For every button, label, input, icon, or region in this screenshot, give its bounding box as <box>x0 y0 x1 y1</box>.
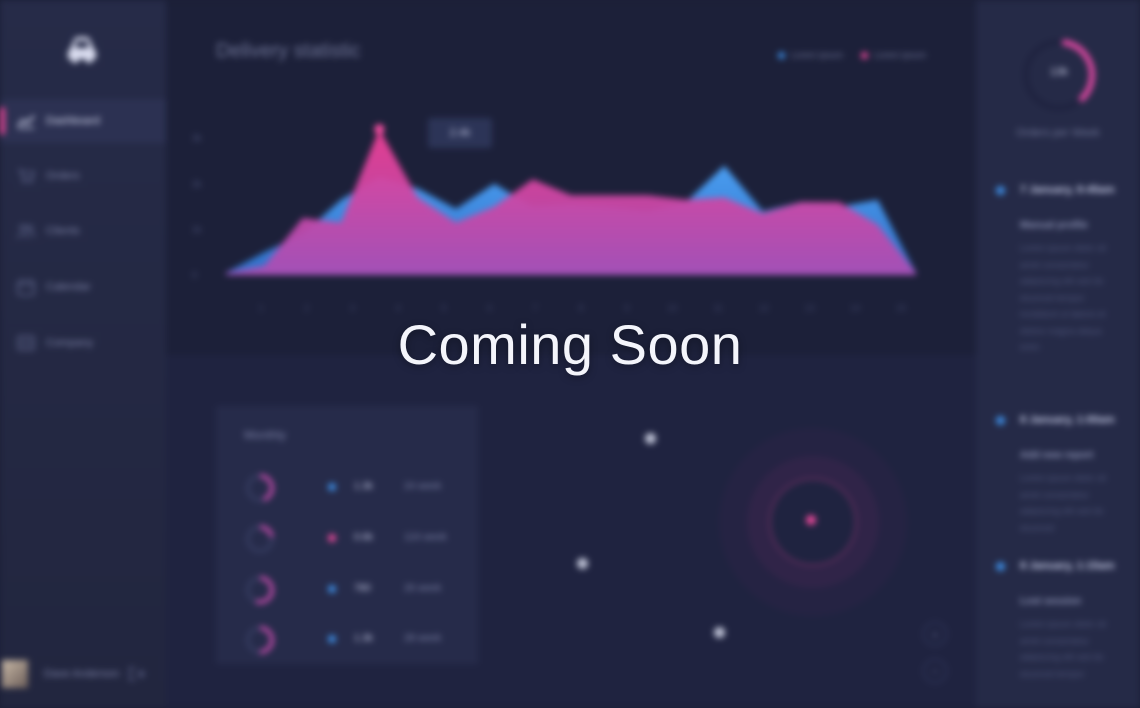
monthly-row[interactable]: 0.6k 124 week <box>216 521 478 557</box>
row-label: 124 week <box>404 532 447 543</box>
calendar-icon <box>17 279 35 296</box>
row-label: 28 week <box>404 633 442 644</box>
event-subtitle: Lost session <box>1020 596 1082 607</box>
chart-tooltip: 2.4k <box>428 118 492 148</box>
user-profile[interactable]: Dave Anderson <box>0 654 166 694</box>
map-marker[interactable] <box>577 558 588 569</box>
monthly-widget: Monthly 1.3k 24 week 0.6k 124 week 780 26 wee… <box>216 406 478 664</box>
y-tick-label: 3k <box>192 133 202 143</box>
sidebar-item-label: Orders <box>46 170 80 182</box>
active-map-marker[interactable] <box>806 515 816 525</box>
series-area-pink[interactable] <box>226 129 916 275</box>
map-marker[interactable] <box>714 627 725 638</box>
event-title: 8 January, 1:00am <box>1020 414 1115 426</box>
coming-soon-heading: Coming Soon <box>397 313 743 376</box>
chart-legend: Lorem ipsum Lorem ipsum <box>777 50 926 60</box>
users-icon <box>16 224 36 239</box>
sidebar-item-label: Dashboard <box>46 115 100 127</box>
row-value: 1.3k <box>354 481 373 492</box>
row-label: 26 week <box>404 583 442 594</box>
y-tick-label: 2k <box>192 179 202 189</box>
legend-swatch <box>860 51 868 59</box>
row-dot <box>328 635 336 643</box>
event-subtitle: Manual profile <box>1020 220 1088 231</box>
delivery-area-chart[interactable]: 01k2k3k1 2 3 4 5 6 7 8 9 10 11 12 13 14 15 <box>186 110 936 325</box>
legend-swatch <box>777 51 785 59</box>
progress-ring <box>246 525 274 553</box>
event-text: Lorem ipsum dolor sit amet consectetur a… <box>1020 473 1107 533</box>
row-label: 24 week <box>404 481 442 492</box>
avatar[interactable] <box>2 660 28 688</box>
monthly-row[interactable]: 1.3k 28 week <box>216 622 478 658</box>
progress-ring <box>246 626 274 654</box>
row-value: 1.3k <box>354 633 373 644</box>
gauge-label: Orders per Week <box>1016 127 1100 139</box>
legend-label: Lorem ipsum <box>873 50 926 60</box>
gauge-value: 13k <box>1050 66 1068 78</box>
user-name: Dave Anderson <box>44 668 120 680</box>
monthly-title: Monthly <box>244 428 287 442</box>
sidebar-item-label: Clients <box>46 225 80 237</box>
row-value: 780 <box>354 583 371 594</box>
progress-ring <box>246 576 274 604</box>
y-tick-label: 1k <box>192 224 202 234</box>
sidebar-item-label: Calendar <box>46 281 91 293</box>
row-dot <box>328 534 336 542</box>
car-logo-icon[interactable] <box>62 32 102 68</box>
timeline-dot <box>996 186 1005 195</box>
timeline-dot <box>996 416 1005 425</box>
row-dot <box>328 585 336 593</box>
sidebar-item-clients[interactable]: Clients <box>0 209 166 253</box>
zoom-out-button[interactable]: − <box>923 659 947 683</box>
event-subtitle: Add new report <box>1020 450 1094 461</box>
legend-label: Lorem ipsum <box>790 50 843 60</box>
sidebar-item-orders[interactable]: Orders <box>0 154 166 198</box>
peak-marker[interactable] <box>374 124 385 135</box>
legend-item-blue: Lorem ipsum <box>777 50 843 60</box>
event-title: 8 January, 1:15am <box>1020 560 1115 572</box>
chart-title: Delivery statistic <box>216 40 361 62</box>
row-dot <box>328 483 336 491</box>
legend-item-pink: Lorem ipsum <box>860 50 926 60</box>
timeline-dot <box>996 562 1005 571</box>
sidebar-item-calendar[interactable]: Calendar <box>0 265 166 309</box>
event-text: Lorem ipsum dolor sit amet consectetur a… <box>1020 619 1107 679</box>
map-marker[interactable] <box>645 433 656 444</box>
zoom-in-button[interactable]: + <box>923 622 947 646</box>
sidebar-item-dashboard[interactable]: Dashboard <box>0 99 166 143</box>
y-tick-label: 0 <box>192 270 197 280</box>
delivery-chart-panel: Delivery statistic Lorem ipsum Lorem ips… <box>166 0 976 355</box>
monthly-row[interactable]: 1.3k 24 week <box>216 470 478 506</box>
active-indicator <box>0 107 5 135</box>
monthly-row[interactable]: 780 26 week <box>216 572 478 608</box>
progress-ring <box>246 474 274 502</box>
event-title: 7 January, 9:45am <box>1020 184 1115 196</box>
row-value: 0.6k <box>354 532 373 543</box>
cart-icon <box>18 169 36 184</box>
chart-icon <box>17 115 35 129</box>
logout-icon[interactable] <box>128 666 146 682</box>
